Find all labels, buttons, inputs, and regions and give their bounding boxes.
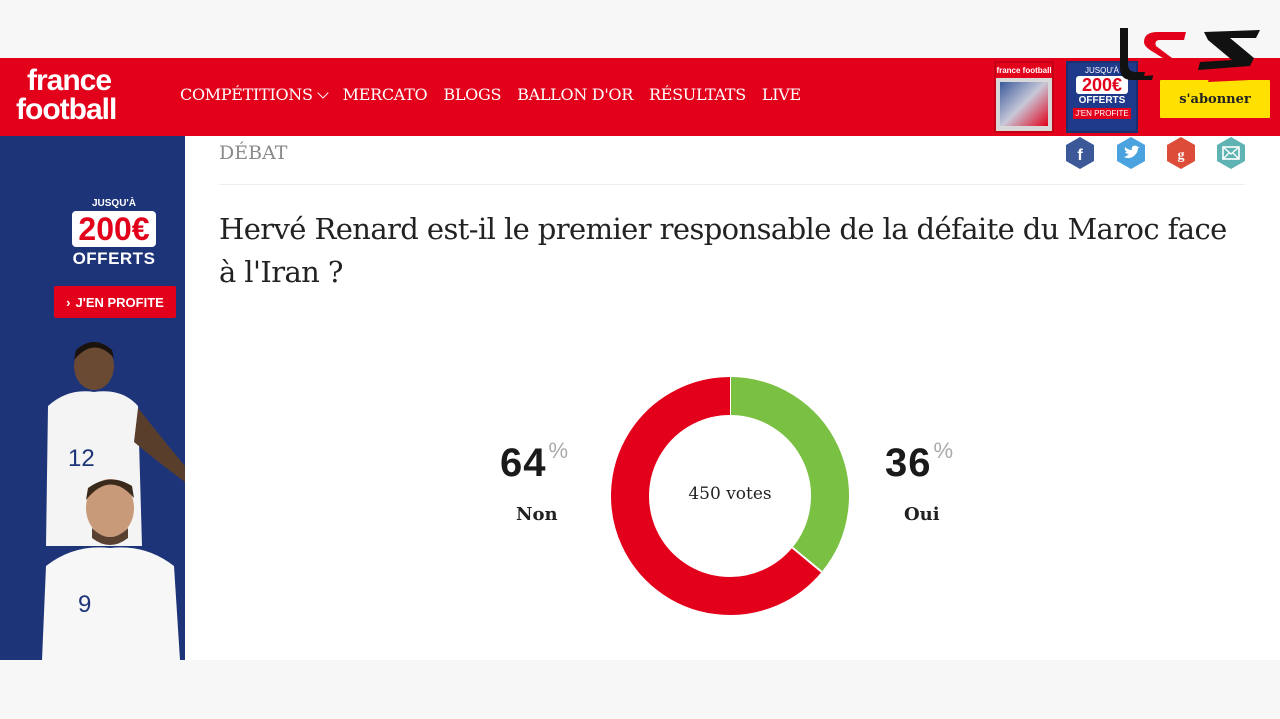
watermark-logo (1120, 28, 1260, 82)
svg-text:9: 9 (78, 591, 91, 618)
ad-cta-button[interactable]: › J'EN PROFITE (54, 286, 176, 318)
site-header: france football COMPÉTITIONS MERCATO BLO… (0, 58, 1280, 136)
non-percentage: 64% (500, 438, 569, 486)
bottom-strip (0, 660, 1280, 719)
top-strip (0, 0, 1280, 58)
logo-line1: france (27, 64, 112, 97)
non-value: 64 (500, 441, 547, 485)
non-label: Non (516, 504, 558, 525)
ad-line2: OFFERTS (72, 249, 156, 268)
oui-label: Oui (904, 504, 940, 525)
nav-label: RÉSULTATS (649, 85, 746, 104)
nav-item-ballon-dor[interactable]: BALLON D'OR (517, 85, 633, 104)
ad-amount: 200€ (72, 211, 156, 247)
article-title: Hervé Renard est-il le premier responsab… (219, 212, 1227, 289)
nav-label: LIVE (761, 85, 801, 104)
ad-offer: JUSQU'À 200€ OFFERTS (45, 198, 183, 269)
nav-label: COMPÉTITIONS (180, 85, 313, 104)
magazine-title: france football (996, 63, 1052, 78)
ad-line1: JUSQU'À (91, 198, 137, 209)
promo-line2: OFFERTS (1078, 95, 1126, 106)
divider (219, 184, 1245, 185)
oui-value: 36 (885, 441, 932, 485)
svg-text:f: f (1077, 147, 1083, 164)
france-football-logo[interactable]: france football (16, 64, 117, 126)
google-plus-icon[interactable]: g (1166, 136, 1196, 170)
promo-cta: J'EN PROFITE (1073, 108, 1131, 119)
nav-label: MERCATO (342, 85, 428, 104)
nav-item-competitions[interactable]: COMPÉTITIONS (180, 85, 329, 104)
logo-line2: football (16, 93, 117, 126)
oui-percentage: 36% (885, 438, 954, 486)
nav-item-blogs[interactable]: BLOGS (443, 85, 501, 104)
email-icon[interactable] (1216, 136, 1246, 170)
nav-label: BALLON D'OR (517, 85, 633, 104)
main-nav: COMPÉTITIONS MERCATO BLOGS BALLON D'OR R… (180, 85, 801, 104)
percent-sign: % (548, 438, 570, 463)
sidebar-ad[interactable]: JUSQU'À 200€ OFFERTS › J'EN PROFITE 12 9 (0, 136, 185, 660)
magazine-cover[interactable]: france football (994, 61, 1054, 133)
svg-text:g: g (1178, 148, 1185, 163)
facebook-icon[interactable]: f (1065, 136, 1095, 170)
chevron-right-icon: › (66, 294, 71, 310)
nav-item-mercato[interactable]: MERCATO (343, 85, 428, 104)
percent-sign: % (933, 438, 955, 463)
nav-item-live[interactable]: LIVE (762, 85, 801, 104)
nav-item-resultats[interactable]: RÉSULTATS (649, 85, 746, 104)
article-kicker: DÉBAT (219, 142, 288, 164)
player-image: 9 (42, 479, 180, 660)
votes-count: 450 votes (688, 484, 772, 504)
chevron-down-icon (316, 86, 329, 99)
magazine-image (1000, 82, 1048, 126)
ad-cta-label: J'EN PROFITE (75, 294, 164, 310)
donut-slice-oui (729, 377, 849, 572)
article-content: DÉBAT f g Hervé Renard est-il le premier… (185, 136, 1280, 660)
twitter-icon[interactable] (1116, 136, 1146, 170)
page: france football COMPÉTITIONS MERCATO BLO… (0, 0, 1280, 719)
nav-label: BLOGS (443, 85, 502, 104)
